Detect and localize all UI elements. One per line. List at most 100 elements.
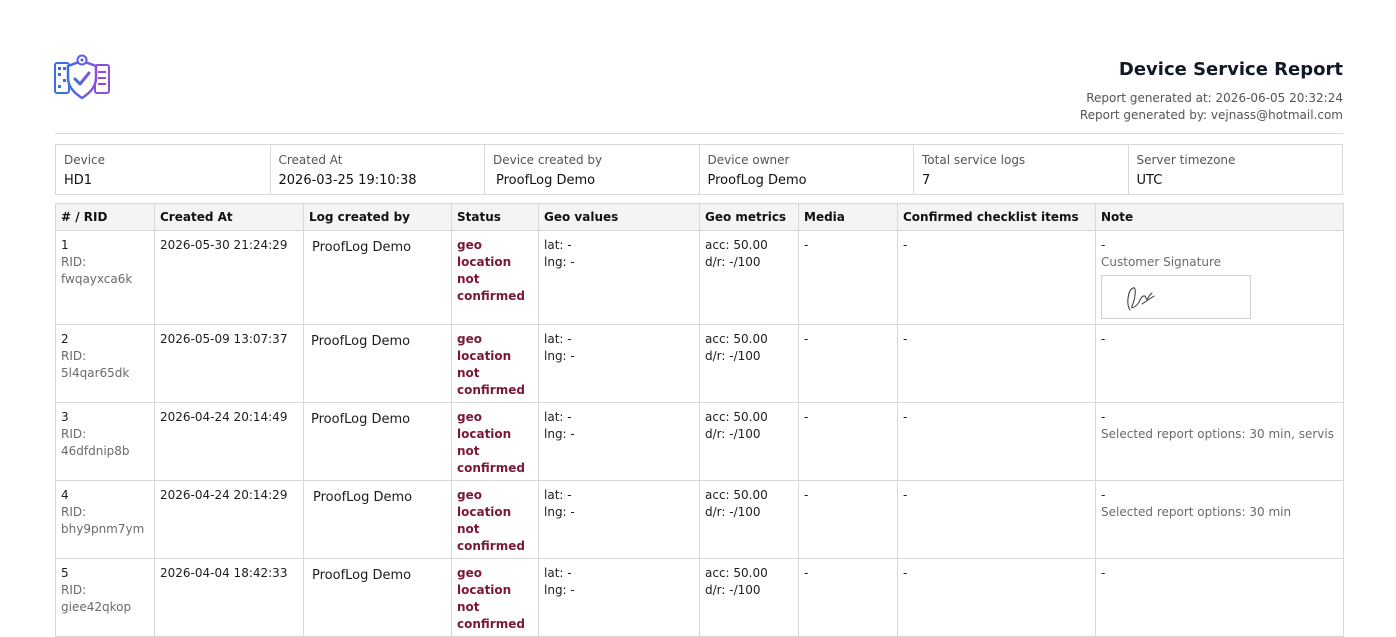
checklist-cell: -: [897, 230, 1096, 325]
geo-lat: lat: -: [544, 566, 572, 580]
table-row: 2 RID: 5l4qar65dk 2026-05-09 13:07:37 Pr…: [55, 324, 1344, 403]
note-text: -: [1101, 488, 1106, 502]
checklist-cell: -: [897, 558, 1096, 637]
column-header: Media: [798, 203, 898, 231]
media-cell: -: [798, 230, 898, 325]
geo-metrics-cell: acc: 50.00 d/r: -/100: [699, 324, 799, 403]
status-cell: geo location not confirmed: [451, 230, 539, 325]
note-cell: -: [1095, 324, 1344, 403]
status-text: confirmed: [457, 539, 525, 553]
summary-total-service-logs: Total service logs 7: [914, 145, 1129, 194]
author-cell: ProofLog Demo: [303, 230, 452, 325]
note-cell: - Selected report options: 30 min: [1095, 480, 1344, 559]
status-text: not: [457, 600, 480, 614]
summary-label: Device created by: [493, 153, 603, 167]
note-subtext: Selected report options: 30 min: [1101, 505, 1292, 519]
checklist-cell: -: [897, 402, 1096, 481]
status-text: location: [457, 505, 512, 519]
author-cell: ProofLog Demo: [303, 324, 452, 403]
status-text: geo: [457, 566, 482, 580]
geo-metrics-cell: acc: 50.00 d/r: -/100: [699, 558, 799, 637]
log-author: ProofLog Demo: [311, 412, 411, 427]
status-text: confirmed: [457, 289, 525, 303]
geo-values-cell: lat: - lng: -: [538, 558, 700, 637]
signature-box: [1101, 275, 1251, 319]
summary-value: 2026-03-25 19:10:38: [278, 173, 417, 188]
log-author: ProofLog Demo: [313, 490, 413, 505]
column-header: Geo values: [538, 203, 700, 231]
summary-value: ProofLog Demo: [707, 173, 807, 188]
author-cell: ProofLog Demo: [303, 480, 452, 559]
status-text: not: [457, 366, 480, 380]
created-at-cell: 2026-05-09 13:07:37: [154, 324, 304, 403]
status-text: not: [457, 522, 480, 536]
note-text: -: [1101, 566, 1106, 580]
report-meta: Report generated at: 2026-06-05 20:32:24…: [1080, 90, 1343, 124]
summary-value: HD1: [64, 173, 93, 188]
summary-label: Device owner: [707, 153, 790, 167]
status-text: location: [457, 255, 512, 269]
rid-value: giee42qkop: [61, 600, 132, 614]
geo-accuracy: acc: 50.00: [705, 566, 768, 580]
geo-metrics-cell: acc: 50.00 d/r: -/100: [699, 230, 799, 325]
geo-lat: lat: -: [544, 238, 572, 252]
media-cell: -: [798, 558, 898, 637]
status-text: location: [457, 349, 512, 363]
column-header: Created At: [154, 203, 304, 231]
rid-value: 46dfdnip8b: [61, 444, 130, 458]
author-cell: ProofLog Demo: [303, 402, 452, 481]
table-header-row: # / RID Created At Log created by Status…: [55, 203, 1344, 231]
rid-label: RID:: [61, 255, 87, 269]
rid-label: RID:: [61, 505, 87, 519]
column-header: Geo metrics: [699, 203, 799, 231]
geo-distance-radius: d/r: -/100: [705, 427, 761, 441]
note-text: -: [1101, 332, 1106, 346]
geo-distance-radius: d/r: -/100: [705, 255, 761, 269]
summary-device-created-by: Device created by ProofLog Demo: [485, 145, 700, 194]
status-cell: geo location not confirmed: [451, 480, 539, 559]
status-text: confirmed: [457, 617, 525, 631]
summary-value: UTC: [1136, 173, 1163, 188]
status-cell: geo location not confirmed: [451, 558, 539, 637]
device-summary: Device HD1 Created At 2026-03-25 19:10:3…: [55, 144, 1343, 195]
column-header: Confirmed checklist items: [897, 203, 1096, 231]
rid-cell: 5 RID: giee42qkop: [55, 558, 155, 637]
row-number: 5: [61, 566, 69, 580]
status-text: geo: [457, 238, 482, 252]
report-title: Device Service Report: [1118, 59, 1343, 80]
row-number: 1: [61, 238, 69, 252]
log-author: ProofLog Demo: [311, 334, 411, 349]
column-header: Note: [1095, 203, 1344, 231]
rid-label: RID:: [61, 583, 87, 597]
created-at-cell: 2026-05-30 21:24:29: [154, 230, 304, 325]
geo-values-cell: lat: - lng: -: [538, 230, 700, 325]
app-logo-icon: [54, 54, 110, 100]
status-cell: geo location not confirmed: [451, 402, 539, 481]
geo-values-cell: lat: - lng: -: [538, 324, 700, 403]
report-generated-at: Report generated at: 2026-06-05 20:32:24: [1086, 91, 1343, 105]
table-row: 5 RID: giee42qkop 2026-04-04 18:42:33 Pr…: [55, 558, 1344, 637]
rid-value: bhy9pnm7ym: [61, 522, 145, 536]
header-divider: [55, 133, 1343, 134]
summary-label: Total service logs: [922, 153, 1026, 167]
summary-label: Server timezone: [1136, 153, 1236, 167]
column-header: Log created by: [303, 203, 452, 231]
rid-cell: 1 RID: fwqayxca6k: [55, 230, 155, 325]
geo-metrics-cell: acc: 50.00 d/r: -/100: [699, 402, 799, 481]
media-cell: -: [798, 402, 898, 481]
summary-value: ProofLog Demo: [496, 173, 596, 188]
geo-lat: lat: -: [544, 332, 572, 346]
geo-values-cell: lat: - lng: -: [538, 480, 700, 559]
report-generated-by: Report generated by: vejnass@hotmail.com: [1079, 108, 1343, 122]
author-cell: ProofLog Demo: [303, 558, 452, 637]
geo-lng: lng: -: [544, 505, 575, 519]
log-author: ProofLog Demo: [312, 240, 412, 255]
rid-label: RID:: [61, 349, 87, 363]
signature-image: [1127, 287, 1155, 311]
note-cell: -: [1095, 558, 1344, 637]
status-cell: geo location not confirmed: [451, 324, 539, 403]
summary-value: 7: [922, 173, 931, 188]
geo-lat: lat: -: [544, 488, 572, 502]
geo-metrics-cell: acc: 50.00 d/r: -/100: [699, 480, 799, 559]
media-cell: -: [798, 324, 898, 403]
